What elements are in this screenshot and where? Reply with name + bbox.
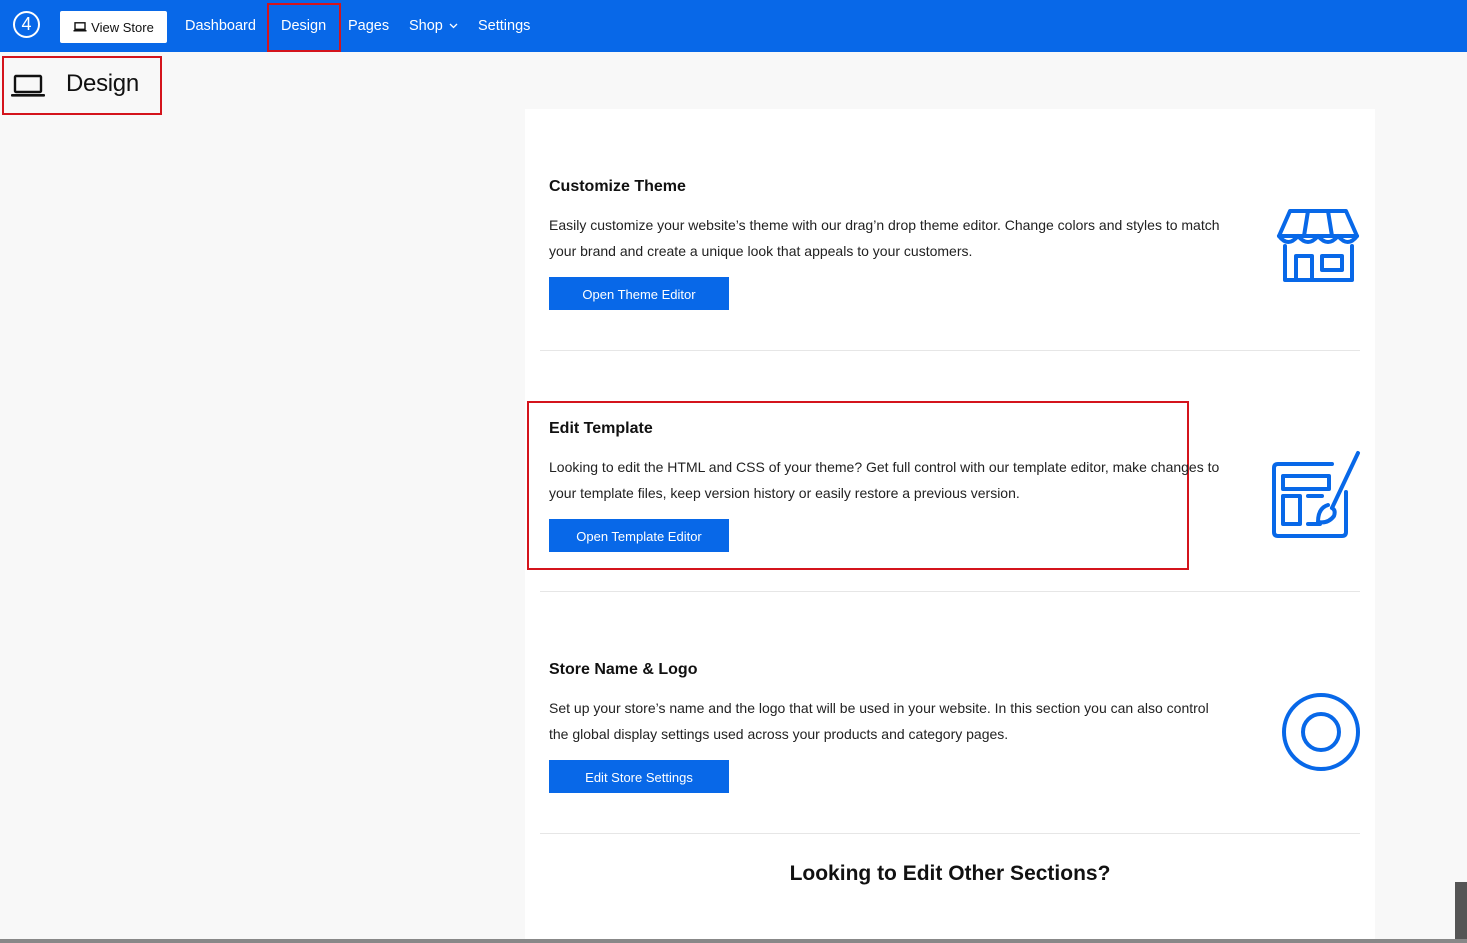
section-title: Store Name & Logo [549,661,698,678]
top-navigation-bar: 4 View Store Dashboard Design Pages Shop… [0,0,1467,52]
edit-store-settings-button[interactable]: Edit Store Settings [549,760,729,793]
storefront-icon [1277,209,1359,282]
template-brush-icon [1272,451,1360,538]
laptop-icon [73,22,87,32]
customize-theme-section: Customize Theme Easily customize your we… [549,178,1229,310]
nav-settings[interactable]: Settings [478,0,530,52]
view-store-label: View Store [91,19,154,35]
window-bottom-edge [0,939,1467,943]
other-sections-heading: Looking to Edit Other Sections? [789,862,1111,885]
nav-shop[interactable]: Shop [409,0,458,52]
view-store-button[interactable]: View Store [60,11,167,43]
section-title: Customize Theme [549,178,686,195]
logo-circle-icon [1282,693,1360,771]
nav-design-highlight [267,3,341,52]
nav-dashboard[interactable]: Dashboard [185,0,256,52]
nav-shop-label: Shop [409,18,443,34]
scrollbar-thumb[interactable] [1455,882,1467,939]
brand-logo-icon[interactable]: 4 [13,11,40,38]
section-divider [540,833,1360,834]
open-template-editor-button[interactable]: Open Template Editor [549,519,729,552]
section-title: Edit Template [549,420,653,437]
section-divider [540,591,1360,592]
edit-template-section: Edit Template Looking to edit the HTML a… [549,420,1229,552]
section-description: Looking to edit the HTML and CSS of your… [549,459,1220,501]
page-title: Design [66,70,139,97]
section-description: Set up your store’s name and the logo th… [549,700,1209,742]
laptop-icon [11,74,45,97]
section-divider [540,350,1360,351]
nav-pages[interactable]: Pages [348,0,389,52]
store-name-logo-section: Store Name & Logo Set up your store’s na… [549,661,1229,793]
chevron-down-icon [449,23,458,29]
section-description: Easily customize your website’s theme wi… [549,217,1220,259]
open-theme-editor-button[interactable]: Open Theme Editor [549,277,729,310]
